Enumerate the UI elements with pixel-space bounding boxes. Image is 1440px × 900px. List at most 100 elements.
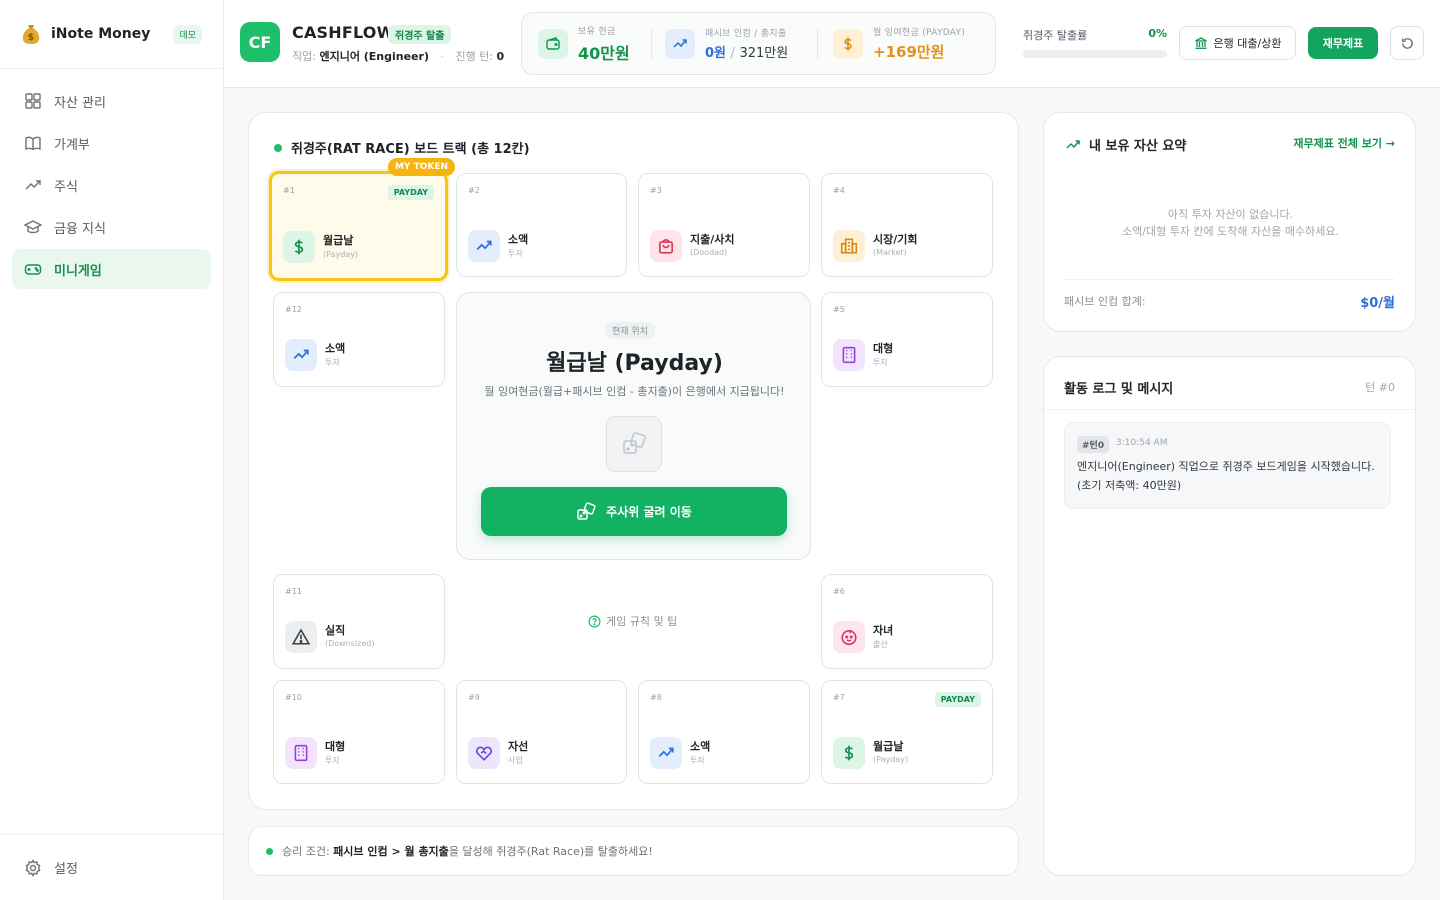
sidebar-item-label: 미니게임 [54, 263, 102, 279]
bank-icon [1194, 37, 1207, 49]
turn-indicator: 턴 #0 [1365, 381, 1395, 394]
game-rules-link[interactable]: 게임 규칙 및 팁 [588, 613, 677, 629]
settings-label: 설정 [54, 862, 78, 877]
passive-stat: 패시브 인컴 / 총지출 0원 / 321만원 [665, 13, 788, 74]
cash-value: 40만원 [578, 43, 630, 63]
financial-statement-button[interactable]: 재무제표 [1308, 27, 1378, 59]
sidebar: $ iNote Money 데모 자산 관리 가계부 주식 금융 지식 미니게임… [0, 0, 224, 900]
brand[interactable]: $ iNote Money 데모 [0, 0, 223, 69]
sidebar-item-knowledge[interactable]: 금융 지식 [12, 207, 211, 247]
status-dot [274, 143, 282, 152]
baby-icon [833, 621, 865, 653]
surplus-value: +169만원 [873, 43, 945, 61]
grid-icon [25, 93, 41, 109]
board-cell-9[interactable]: #9 자선 사업 [456, 680, 627, 784]
empty-assets-hint: 소액/대형 투자 칸에 도착해 자산을 매수하세요. [1122, 225, 1339, 238]
surplus-label: 월 잉여현금 (PAYDAY) [873, 28, 966, 38]
passive-income-total-value: $0/월 [1360, 296, 1395, 311]
sidebar-item-label: 가계부 [54, 137, 90, 153]
top-header: CF CASHFLOW 쥐경주 탈출 직업: 엔지니어 (Engineer) ·… [224, 0, 1440, 88]
sidebar-item-minigame[interactable]: 미니게임 [12, 249, 211, 289]
trend-up-icon [468, 230, 500, 262]
empty-assets-message: 아직 투자 자산이 없습니다. [1167, 208, 1294, 221]
log-timestamp: 3:10:54 AM [1116, 438, 1168, 448]
total-expense-value: 321만원 [739, 46, 789, 61]
payday-badge: PAYDAY [387, 185, 434, 200]
dollar-icon [833, 737, 865, 769]
log-message: 엔지니어(Engineer) 직업으로 쥐경주 보드게임을 시작했습니다. [1077, 460, 1375, 473]
trend-up-icon [650, 737, 682, 769]
turn-label: 진행 턴: [455, 50, 494, 63]
current-position-name: 월급날 (Payday) [546, 351, 723, 376]
escape-progress-bar [1023, 50, 1167, 58]
escape-percent: 0% [1148, 27, 1167, 40]
activity-log-title: 활동 로그 및 메시지 [1064, 382, 1174, 397]
board-cell-3[interactable]: #3 지출/사치 (Doodad) [638, 173, 810, 277]
board-title: 쥐경주(RAT RACE) 보드 트랙 (총 12칸) [274, 138, 530, 157]
building-icon [285, 737, 317, 769]
assets-summary-title: 내 보유 자산 요약 [1065, 135, 1186, 154]
cash-stat: 보유 현금 40만원 [538, 13, 630, 74]
current-position-card: 현재 위치 월급날 (Payday) 월 잉여현금(월급+패시브 인컴 - 총지… [456, 292, 811, 560]
board-cell-7[interactable]: #7 PAYDAY 월급날 (Payday) [821, 680, 993, 784]
heart-handshake-icon [468, 737, 500, 769]
dollar-icon [833, 28, 863, 59]
view-financial-statement-link[interactable]: 재무제표 전체 보기 → [1293, 135, 1395, 151]
dice-icon [606, 416, 662, 472]
wallet-icon [538, 28, 568, 59]
payday-badge: PAYDAY [934, 692, 981, 707]
win-condition-bar: 승리 조건: 패시브 인컴 > 월 총지출 을 달성해 쥐경주(Rat Race)… [248, 826, 1019, 876]
shopping-bag-icon [650, 230, 682, 262]
reset-button[interactable] [1390, 26, 1424, 60]
passive-income-value: 0원 [705, 46, 727, 61]
money-bag-icon: $ [22, 25, 40, 44]
board-cell-4[interactable]: #4 시장/기회 (Market) [821, 173, 993, 277]
board-cell-6[interactable]: #6 자녀 출산 [821, 574, 993, 669]
app-name: iNote Money [51, 26, 151, 42]
graduation-cap-icon [24, 220, 42, 234]
cash-label: 보유 현금 [578, 26, 616, 37]
trend-up-icon [1066, 139, 1080, 149]
divider [1044, 409, 1415, 410]
book-icon [25, 136, 41, 151]
sidebar-item-ledger[interactable]: 가계부 [12, 123, 211, 163]
sidebar-item-assets[interactable]: 자산 관리 [12, 81, 211, 121]
board-cell-1[interactable]: #1 PAYDAY 월급날 (Payday) [269, 171, 448, 281]
player-info: 직업: 엔지니어 (Engineer) · 진행 턴: 0 [292, 50, 505, 63]
board-cell-12[interactable]: #12 소액 투자 [273, 292, 445, 387]
game-title: CASHFLOW [292, 23, 395, 42]
trend-up-icon [665, 28, 695, 59]
current-position-label: 현재 위치 [605, 322, 655, 339]
warning-icon [285, 621, 317, 653]
trend-up-icon [285, 339, 317, 371]
sidebar-item-stocks[interactable]: 주식 [12, 165, 211, 205]
escape-progress: 쥐경주 탈출률 0% [1023, 27, 1167, 58]
bank-loan-button[interactable]: 은행 대출/상환 [1179, 26, 1296, 60]
surplus-stat: 월 잉여현금 (PAYDAY) +169만원 [833, 13, 965, 74]
job-value: 엔지니어 (Engineer) [319, 50, 429, 63]
board-cell-11[interactable]: #11 실직 (Downsized) [273, 574, 445, 669]
dice-icon [577, 501, 596, 520]
roll-dice-button[interactable]: 주사위 굴려 이동 [481, 487, 787, 536]
assets-summary-panel: 내 보유 자산 요약 재무제표 전체 보기 → 아직 투자 자산이 없습니다. … [1043, 112, 1416, 332]
demo-badge: 데모 [173, 24, 202, 44]
goal-tag: 쥐경주 탈출 [388, 25, 452, 44]
activity-log-panel: 활동 로그 및 메시지 턴 #0 #턴0 3:10:54 AM 엔지니어(Eng… [1043, 356, 1416, 876]
sidebar-item-label: 주식 [54, 179, 78, 195]
market-building-icon [833, 230, 865, 262]
refresh-icon [1401, 37, 1413, 49]
settings-button[interactable]: 설정 [0, 834, 223, 900]
board-cell-10[interactable]: #10 대형 투자 [273, 680, 445, 784]
sidebar-nav: 자산 관리 가계부 주식 금융 지식 미니게임 [0, 69, 223, 289]
svg-text:$: $ [28, 33, 34, 43]
building-icon [833, 339, 865, 371]
trend-up-icon [25, 180, 41, 190]
job-label: 직업: [292, 50, 316, 63]
board-cell-2[interactable]: #2 소액 투자 [456, 173, 627, 277]
passive-label: 패시브 인컴 / 총지출 [705, 29, 787, 39]
board-cell-8[interactable]: #8 소액 투자 [638, 680, 810, 784]
board-cell-5[interactable]: #5 대형 투자 [821, 292, 993, 387]
log-message-detail: (초기 저축액: 40만원) [1077, 479, 1182, 492]
dollar-icon [283, 231, 315, 263]
gamepad-icon [24, 264, 42, 275]
